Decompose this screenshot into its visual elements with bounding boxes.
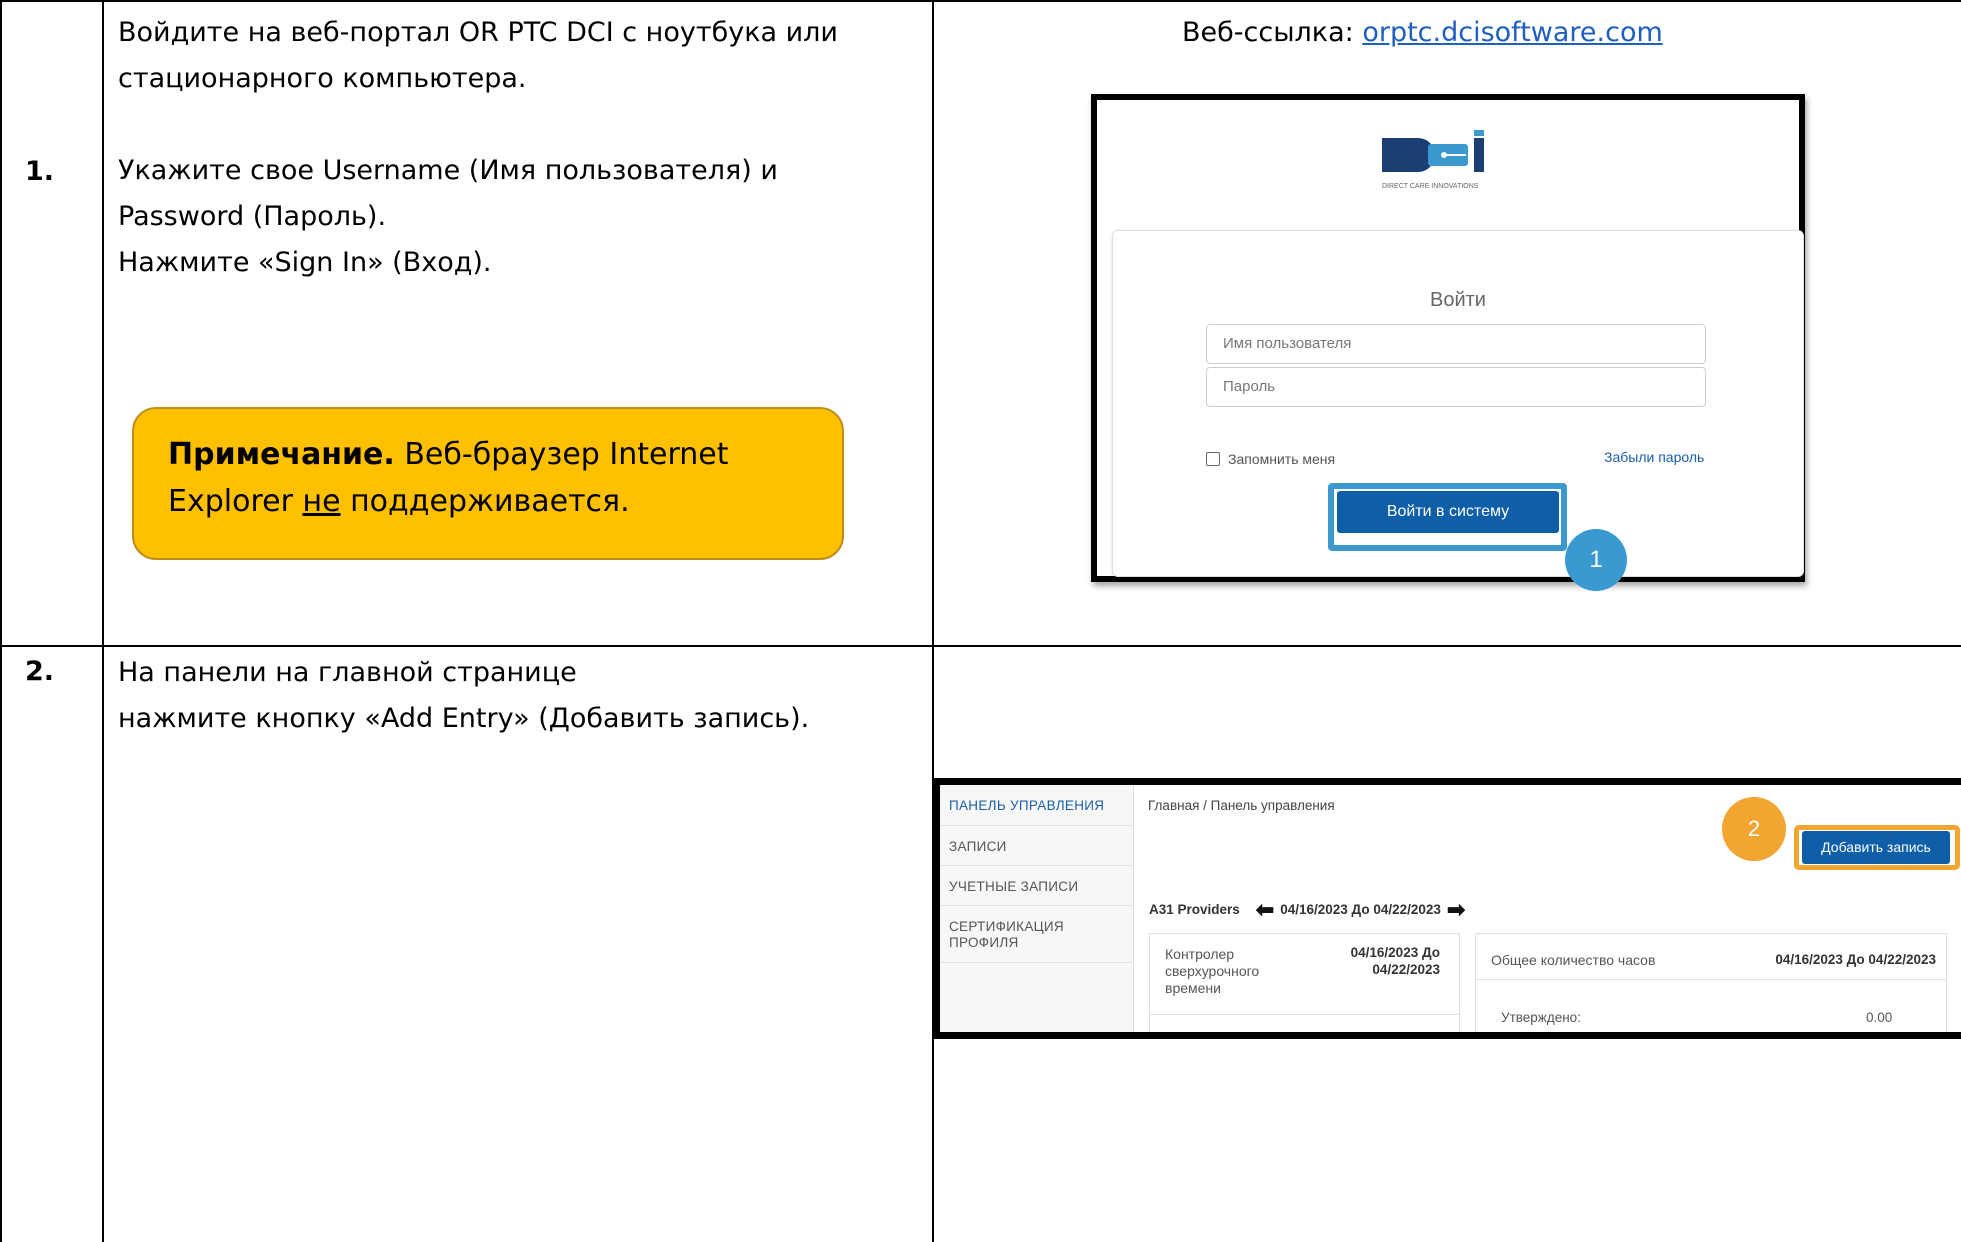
dashboard-screenshot: ПАНЕЛЬ УПРАВЛЕНИЯ ЗАПИСИ УЧЕТНЫЕ ЗАПИСИ … xyxy=(933,778,1961,1039)
weblink-label: Веб-ссылка: xyxy=(1182,17,1363,48)
table-col-divider-1 xyxy=(102,0,104,1242)
table-row-divider xyxy=(0,645,1961,647)
weblink-line: Веб-ссылка: orptc.dcisoftware.com xyxy=(1182,10,1663,56)
forgot-password-link[interactable]: Забыли пароль xyxy=(1604,449,1704,465)
note-bold-label: Примечание. xyxy=(168,437,395,472)
login-screenshot: DIRECT CARE INNOVATIONS Войти Имя пользо… xyxy=(1091,94,1805,591)
sidebar-item-profile-cert-line2: ПРОФИЛЯ xyxy=(949,935,1019,950)
sidebar-divider xyxy=(940,865,1133,866)
step2-instruction-line1: На панели на главной странице xyxy=(118,657,577,688)
step2-instruction-line2: нажмите кнопку «Add Entry» (Добавить зап… xyxy=(118,703,810,734)
sidebar-divider xyxy=(940,825,1133,826)
next-week-arrow-icon[interactable]: ➡ xyxy=(1447,898,1465,920)
login-title: Войти xyxy=(1430,289,1486,311)
note-text-2-pre: Explorer xyxy=(168,484,303,519)
sidebar: ПАНЕЛЬ УПРАВЛЕНИЯ ЗАПИСИ УЧЕТНЫЕ ЗАПИСИ … xyxy=(940,785,1134,1032)
step1-instruction-line5: Нажмите «Sign In» (Вход). xyxy=(118,247,492,278)
remember-checkbox[interactable] xyxy=(1206,452,1220,466)
note-text-2-post: поддерживается. xyxy=(340,484,630,519)
callout-badge-2: 2 xyxy=(1722,797,1786,861)
total-hours-title: Общее количество часов xyxy=(1491,952,1656,968)
weblink-url[interactable]: orptc.dcisoftware.com xyxy=(1362,17,1662,48)
step1-instruction-line2: стационарного компьютера. xyxy=(118,63,527,94)
previous-week-arrow-icon[interactable]: ⬅ xyxy=(1256,898,1274,920)
note-underlined-word: не xyxy=(302,484,341,519)
step1-instruction-line1: Войдите на веб-портал OR PTC DCI с ноутб… xyxy=(118,17,838,48)
add-entry-button[interactable]: Добавить запись xyxy=(1802,831,1950,864)
sidebar-divider xyxy=(940,905,1133,906)
overtime-date-line2: 04/22/2023 xyxy=(1372,962,1440,977)
total-hours-date: 04/16/2023 До 04/22/2023 xyxy=(1775,952,1936,967)
approved-value: 0.00 xyxy=(1866,1010,1893,1025)
overtime-title-line2: сверхурочного xyxy=(1165,963,1260,979)
username-field[interactable]: Имя пользователя xyxy=(1206,324,1706,364)
sidebar-divider xyxy=(940,962,1133,963)
note-callout: Примечание. Веб-браузер Internet Explore… xyxy=(132,407,844,560)
sidebar-item-entries[interactable]: ЗАПИСИ xyxy=(949,839,1007,854)
sidebar-item-profile-cert[interactable]: СЕРТИФИКАЦИЯ xyxy=(949,919,1064,934)
approved-label: Утверждено: xyxy=(1501,1010,1581,1025)
dci-logo: DIRECT CARE INNOVATIONS xyxy=(1382,130,1484,190)
sidebar-item-dashboard[interactable]: ПАНЕЛЬ УПРАВЛЕНИЯ xyxy=(949,798,1104,813)
provider-label: A31 Providers xyxy=(1149,902,1240,917)
provider-row: A31 Providers ⬅ 04/16/2023 До 04/22/2023… xyxy=(1149,898,1465,920)
total-hours-panel: Общее количество часов 04/16/2023 До 04/… xyxy=(1475,933,1947,1032)
remember-label: Запомнить меня xyxy=(1228,451,1336,467)
overtime-date-line1: 04/16/2023 До xyxy=(1350,945,1440,960)
step-number-2: 2. xyxy=(25,656,55,687)
overtime-title-line1: Контролер xyxy=(1165,946,1235,962)
step1-instruction-line3: Укажите свое Username (Имя пользователя)… xyxy=(118,155,778,186)
breadcrumb: Главная / Панель управления xyxy=(1148,798,1335,813)
step-number-1: 1. xyxy=(25,156,55,187)
panel-divider xyxy=(1476,979,1946,980)
remember-me[interactable]: Запомнить меня xyxy=(1206,451,1335,467)
login-card: Войти Имя пользователя Пароль Запомнить … xyxy=(1112,230,1804,591)
sidebar-item-accounts[interactable]: УЧЕТНЫЕ ЗАПИСИ xyxy=(949,879,1078,894)
table-border-top xyxy=(0,0,1961,2)
overtime-title-line3: времени xyxy=(1165,980,1221,996)
overtime-panel: Контролер сверхурочного времени 04/16/20… xyxy=(1149,933,1460,1032)
callout-badge-1: 1 xyxy=(1565,529,1627,591)
signin-button[interactable]: Войти в систему xyxy=(1337,491,1559,533)
step1-instruction-line4: Password (Пароль). xyxy=(118,201,387,232)
password-field[interactable]: Пароль xyxy=(1206,367,1706,407)
table-col-divider-2 xyxy=(932,0,934,1242)
table-border-left xyxy=(0,0,2,1242)
logo-subtitle: DIRECT CARE INNOVATIONS xyxy=(1382,183,1479,190)
note-text-1: Веб-браузер Internet xyxy=(394,437,729,472)
date-range: 04/16/2023 До 04/22/2023 xyxy=(1280,902,1441,917)
panel-divider xyxy=(1150,1014,1459,1015)
